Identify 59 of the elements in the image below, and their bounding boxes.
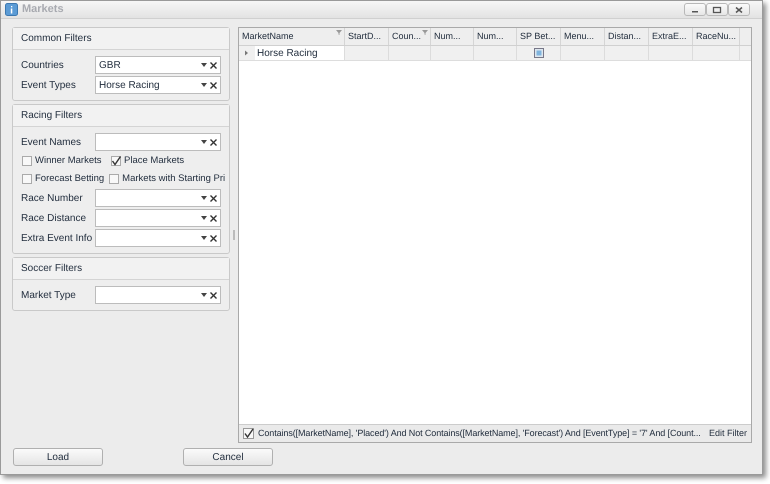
column-header[interactable]: Distan... [605,28,649,45]
column-header[interactable]: Menu... [561,28,605,45]
splitter-handle[interactable] [233,230,235,240]
column-header[interactable]: Num... [474,28,517,45]
combo-box[interactable]: GBR [95,56,221,74]
dropdown-arrow-icon[interactable] [201,216,207,220]
app-icon [5,3,18,16]
window-title: Markets [22,2,64,18]
clear-icon[interactable] [210,62,217,68]
maximize-button[interactable] [706,3,728,16]
panel-title: Common Filters [13,28,229,50]
dropdown-arrow-icon[interactable] [201,196,207,200]
dialog-button[interactable]: Cancel [183,448,273,466]
close-button[interactable] [728,3,750,16]
field-label: Event Names [21,136,82,150]
close-icon[interactable] [733,6,745,14]
checkbox-label[interactable]: Winner Markets [35,154,102,168]
dropdown-arrow-icon[interactable] [201,83,207,87]
column-header[interactable]: Coun... [389,28,431,45]
column-header[interactable]: Num... [431,28,474,45]
clear-icon[interactable] [210,234,217,242]
dropdown-arrow-icon[interactable] [201,140,207,144]
checkbox[interactable] [243,428,254,439]
column-header[interactable]: MarketName [239,28,345,45]
checkbox[interactable] [109,174,120,184]
panel-title: Racing Filters [13,105,229,127]
checkbox-label[interactable]: Forecast Betting [35,172,104,186]
minimize-button[interactable] [684,3,706,16]
clear-icon[interactable] [210,194,217,202]
field-label: Market Type [21,288,77,302]
field-label: Race Number [21,192,84,206]
checkbox[interactable] [22,156,32,166]
dropdown-arrow-icon[interactable] [201,236,207,240]
field-label: Race Distance [21,212,88,226]
column-header[interactable]: RaceNu... [693,28,740,45]
clear-icon[interactable] [210,138,217,146]
field-label: Extra Event Info [21,232,94,246]
maximize-icon[interactable] [711,6,723,14]
checkbox[interactable] [111,156,121,166]
clear-icon[interactable] [210,214,217,222]
clear-icon[interactable] [210,82,217,88]
dropdown-arrow-icon[interactable] [201,293,207,297]
dialog-button[interactable]: Load [13,448,103,466]
field-label: Event Types [21,78,77,92]
clear-icon[interactable] [210,292,217,298]
field-label: Countries [21,58,65,72]
table-cell-text: Horse Racing [257,46,318,60]
column-header[interactable]: SP Bet... [517,28,561,45]
combo-box[interactable]: Horse Racing [95,76,221,94]
checkbox-label[interactable]: Markets with Starting Pri [122,172,226,186]
panel-title: Soccer Filters [13,258,229,280]
filter-expression: Contains([MarketName], 'Placed') And Not Contains([MarketName], 'Forecast') And [EventType] = '7' And [Count... [258,426,702,440]
edit-filter-link[interactable]: Edit Filter [708,426,747,440]
column-header[interactable]: StartD... [345,28,389,45]
checkbox[interactable] [534,48,544,58]
checkbox[interactable] [22,174,32,184]
column-header[interactable]: ExtraE... [649,28,693,45]
checkbox-label[interactable]: Place Markets [124,154,184,168]
dropdown-arrow-icon[interactable] [201,63,207,67]
